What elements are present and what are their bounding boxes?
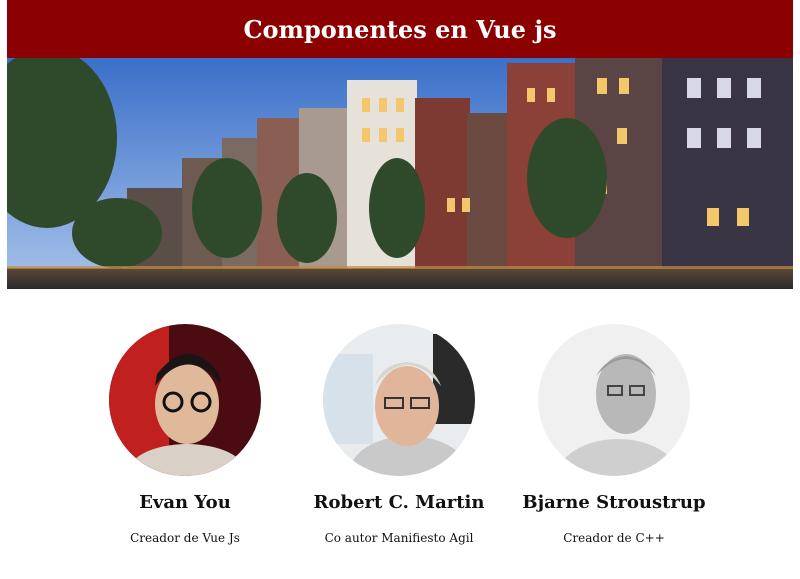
avatar — [109, 324, 261, 476]
page-header: Componentes en Vue js — [7, 0, 793, 58]
profile-card-bjarne-stroustrup: Bjarne Stroustrup Creador de C++ — [504, 324, 724, 545]
profile-name: Bjarne Stroustrup — [522, 492, 706, 513]
profile-name: Evan You — [139, 492, 231, 513]
profile-name: Robert C. Martin — [313, 492, 485, 513]
avatar — [323, 324, 475, 476]
profile-role: Creador de C++ — [563, 531, 665, 545]
profile-role: Creador de Vue Js — [130, 531, 240, 545]
profile-card-robert-martin: Robert C. Martin Co autor Manifiesto Agi… — [289, 324, 509, 545]
page-title: Componentes en Vue js — [243, 14, 557, 44]
profiles-section: Evan You Creador de Vue Js Robert C. Mar… — [0, 324, 800, 579]
avatar — [538, 324, 690, 476]
hero-image — [7, 58, 793, 289]
profile-role: Co autor Manifiesto Agil — [324, 531, 474, 545]
profile-card-evan-you: Evan You Creador de Vue Js — [75, 324, 295, 545]
